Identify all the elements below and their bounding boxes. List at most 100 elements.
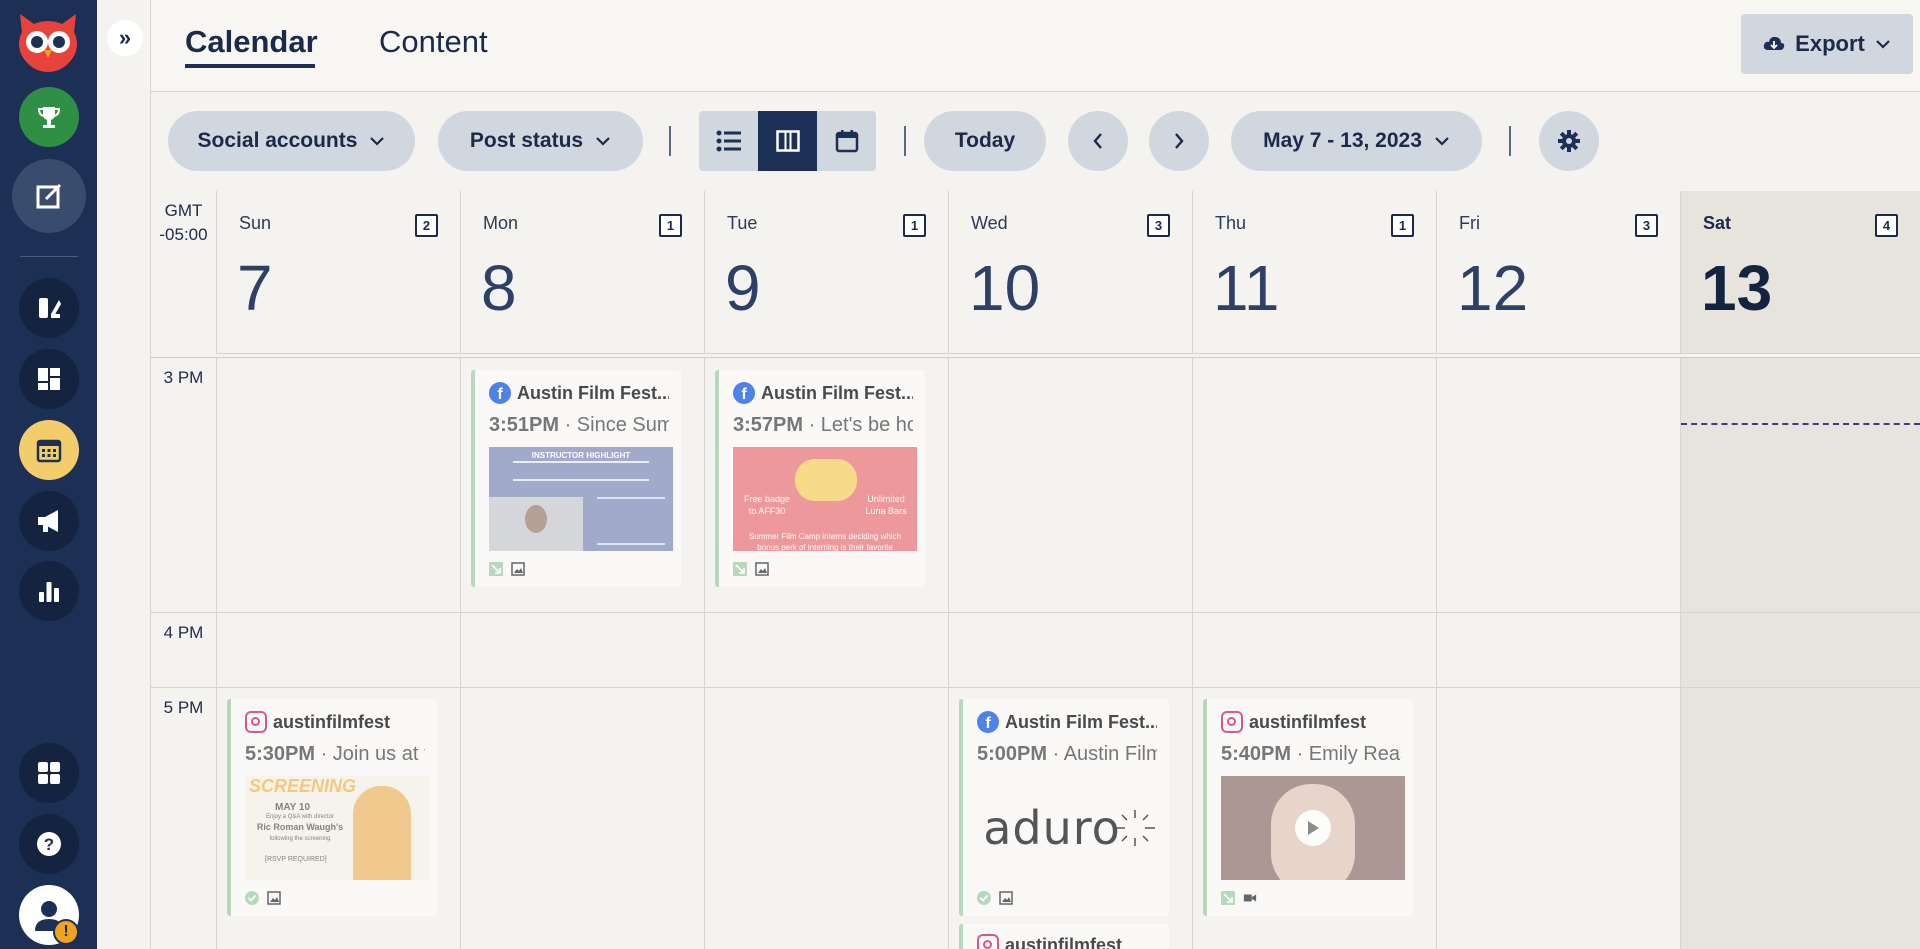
time-label: 4 PM <box>163 623 204 642</box>
post-text: · Let's be ho <box>808 414 913 436</box>
post-account: austinfilmfest <box>977 934 1157 949</box>
apps-icon[interactable] <box>19 743 79 803</box>
post-card[interactable]: f Austin Film Fest... 5:00PM · Austin Fi… <box>959 699 1169 916</box>
previous-week-button[interactable] <box>1068 111 1128 171</box>
day-name: Mon <box>483 213 519 233</box>
chevron-right-icon <box>1175 133 1184 149</box>
post-image-title: INSTRUCTOR HIGHLIGHT <box>531 451 631 460</box>
planner-icon[interactable] <box>19 420 79 480</box>
settings-button[interactable] <box>1539 111 1599 171</box>
post-footer <box>245 890 425 906</box>
instagram-icon <box>245 711 267 733</box>
expand-sidebar-icon[interactable]: » <box>107 20 143 56</box>
day-number: 7 <box>237 252 273 324</box>
post-summary: 3:57PM · Let's be ho <box>733 414 913 437</box>
post-account-name: Austin Film Fest... <box>517 382 669 403</box>
published-check-icon <box>245 891 259 905</box>
date-range-label: May 7 - 13, 2023 <box>1263 129 1422 152</box>
day-header-thu[interactable]: Thu 1 11 <box>1192 191 1436 354</box>
next-week-button[interactable] <box>1149 111 1209 171</box>
day-name: Sun <box>239 213 272 233</box>
post-time: 5:40PM <box>1221 743 1292 765</box>
tab-calendar[interactable]: Calendar <box>185 24 318 60</box>
trophy-icon[interactable] <box>19 87 79 147</box>
megaphone-icon[interactable] <box>19 491 79 551</box>
week-calendar: GMT -05:00 Sun 2 7 Mon 1 8 Tue 1 9 Wed 3… <box>151 191 1920 949</box>
toolbar-separator <box>904 126 906 156</box>
post-card[interactable]: austinfilmfest 5:30PM · Join us at t SCR… <box>227 699 437 916</box>
post-image-date: MAY 10 <box>275 802 311 813</box>
post-card[interactable]: f Austin Film Fest... 3:57PM · Let's be … <box>715 370 925 587</box>
day-header-tue[interactable]: Tue 1 9 <box>704 191 948 354</box>
facebook-icon: f <box>733 382 755 404</box>
post-account: f Austin Film Fest... <box>489 382 669 404</box>
post-account: f Austin Film Fest... <box>733 382 913 404</box>
toolbar-separator <box>669 126 671 156</box>
day-header-sun[interactable]: Sun 2 7 <box>216 191 460 354</box>
post-account: f Austin Film Fest... <box>977 711 1157 733</box>
day-header-fri[interactable]: Fri 3 12 <box>1436 191 1680 354</box>
post-account: austinfilmfest <box>245 711 425 733</box>
post-text: · Emily Reas <box>1296 743 1401 765</box>
image-icon <box>267 891 281 905</box>
chevron-down-icon <box>1435 137 1449 146</box>
time-label: 5 PM <box>163 698 204 717</box>
help-icon[interactable]: ? <box>19 814 79 874</box>
play-icon[interactable] <box>1295 810 1331 846</box>
post-account-name: Austin Film Fest... <box>1005 711 1157 732</box>
compose-icon[interactable] <box>12 159 86 233</box>
post-count-badge: 3 <box>1635 214 1658 237</box>
day-header-mon[interactable]: Mon 1 8 <box>460 191 704 354</box>
post-text: · Since Summ <box>564 414 669 436</box>
image-icon <box>755 562 769 576</box>
day-column[interactable] <box>1680 358 1920 949</box>
post-image: INSTRUCTOR HIGHLIGHT <box>489 447 673 551</box>
chevron-left-icon <box>1093 133 1102 149</box>
post-card[interactable]: f Austin Film Fest... 3:51PM · Since Sum… <box>471 370 681 587</box>
owl-logo-icon[interactable] <box>14 10 82 74</box>
post-text: · Join us at t <box>320 743 425 765</box>
day-header-wed[interactable]: Wed 3 10 <box>948 191 1192 354</box>
content-icon[interactable] <box>19 278 79 338</box>
post-account-name: austinfilmfest <box>1005 934 1123 949</box>
day-name: Fri <box>1459 213 1480 233</box>
image-icon <box>999 891 1013 905</box>
day-number: 9 <box>725 252 761 324</box>
post-image-name: Ric Roman Waugh's <box>256 822 344 832</box>
dashboard-icon[interactable] <box>19 349 79 409</box>
social-accounts-dropdown[interactable]: Social accounts <box>168 111 415 171</box>
analytics-icon[interactable] <box>19 561 79 621</box>
post-image-rsvp: [RSVP REQUIRED] <box>265 856 327 863</box>
post-card[interactable]: austinfilmfest 5:40PM · Emily Reas <box>1203 699 1413 916</box>
instagram-icon <box>977 934 999 949</box>
week-view-icon[interactable] <box>758 111 817 171</box>
post-video-thumbnail <box>1221 776 1405 880</box>
today-button[interactable]: Today <box>924 111 1046 171</box>
post-summary: 3:51PM · Since Summ <box>489 414 669 437</box>
post-card[interactable]: austinfilmfest <box>959 924 1169 949</box>
view-switcher <box>699 111 876 171</box>
export-button[interactable]: Export <box>1741 14 1913 74</box>
post-account: austinfilmfest <box>1221 711 1401 733</box>
post-account-name: austinfilmfest <box>273 711 391 732</box>
scheduled-icon <box>489 562 503 576</box>
post-image-sub2: following the screening <box>269 836 331 842</box>
day-column[interactable] <box>1436 358 1680 949</box>
handshake-graphic <box>795 459 857 501</box>
post-image: SCREENING MAY 10 Enjoy a Q&A with direct… <box>245 776 429 880</box>
time-grid: 3 PM 4 PM 5 PM f Austin Film Fest... 3:5… <box>151 357 1920 949</box>
list-view-icon[interactable] <box>699 111 758 171</box>
published-check-icon <box>977 891 991 905</box>
social-accounts-label: Social accounts <box>197 129 358 152</box>
month-view-icon[interactable] <box>817 111 876 171</box>
facebook-icon: f <box>977 711 999 733</box>
tab-content[interactable]: Content <box>379 24 488 60</box>
date-range-dropdown[interactable]: May 7 - 13, 2023 <box>1231 111 1482 171</box>
day-number: 11 <box>1213 252 1280 324</box>
day-number: 8 <box>481 252 517 324</box>
post-status-dropdown[interactable]: Post status <box>438 111 643 171</box>
current-time-indicator <box>1681 423 1920 425</box>
post-count-badge: 2 <box>415 214 438 237</box>
day-header-sat[interactable]: Sat 4 13 <box>1680 191 1920 354</box>
post-footer <box>733 561 913 577</box>
